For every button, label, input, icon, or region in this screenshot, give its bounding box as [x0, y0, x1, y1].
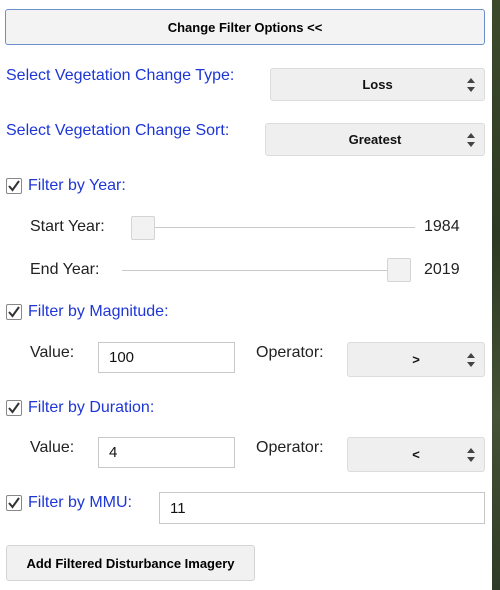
duration-operator-select[interactable]: <: [347, 437, 485, 472]
checkmark-icon: [8, 497, 20, 509]
filter-duration-label: Filter by Duration:: [28, 399, 155, 416]
duration-value-input[interactable]: 4: [98, 437, 235, 468]
up-down-arrows-icon: [467, 77, 475, 92]
map-background-strip: [492, 0, 500, 590]
change-sort-select[interactable]: Greatest: [265, 123, 485, 156]
duration-operator-value: <: [412, 447, 420, 462]
end-year-label: End Year:: [30, 261, 100, 278]
filter-mmu-label: Filter by MMU:: [28, 494, 132, 511]
change-type-value: Loss: [362, 77, 393, 92]
checkmark-icon: [8, 180, 20, 192]
add-filtered-disturbance-imagery-button[interactable]: Add Filtered Disturbance Imagery: [6, 545, 255, 581]
start-year-slider-thumb[interactable]: [131, 216, 155, 240]
mmu-value-input[interactable]: 11: [159, 492, 485, 524]
filter-options-panel: Change Filter Options << Select Vegetati…: [0, 0, 500, 590]
magnitude-value-label: Value:: [30, 344, 75, 361]
filter-mmu-checkbox[interactable]: [6, 495, 22, 511]
filter-year-checkbox[interactable]: [6, 178, 22, 194]
change-sort-label: Select Vegetation Change Sort:: [6, 122, 230, 139]
change-type-select[interactable]: Loss: [270, 68, 485, 101]
filter-magnitude-label: Filter by Magnitude:: [28, 303, 169, 320]
duration-operator-label: Operator:: [256, 439, 324, 456]
start-year-value: 1984: [424, 218, 460, 235]
end-year-value: 2019: [424, 261, 460, 278]
checkmark-icon: [8, 402, 20, 414]
start-year-label: Start Year:: [30, 218, 105, 235]
up-down-arrows-icon: [467, 352, 475, 367]
change-type-label: Select Vegetation Change Type:: [6, 67, 235, 84]
change-sort-value: Greatest: [348, 132, 402, 147]
checkmark-icon: [8, 306, 20, 318]
magnitude-operator-value: >: [412, 352, 420, 367]
end-year-slider-track[interactable]: [122, 270, 410, 271]
magnitude-operator-select[interactable]: >: [347, 342, 485, 377]
magnitude-operator-label: Operator:: [256, 344, 324, 361]
magnitude-value-input[interactable]: 100: [98, 342, 235, 373]
change-filter-options-button[interactable]: Change Filter Options <<: [5, 9, 485, 45]
filter-year-label: Filter by Year:: [28, 177, 126, 194]
filter-magnitude-checkbox[interactable]: [6, 304, 22, 320]
up-down-arrows-icon: [467, 132, 475, 147]
start-year-slider-track[interactable]: [132, 227, 415, 228]
up-down-arrows-icon: [467, 447, 475, 462]
end-year-slider-thumb[interactable]: [387, 258, 411, 282]
filter-duration-checkbox[interactable]: [6, 400, 22, 416]
duration-value-label: Value:: [30, 439, 75, 456]
